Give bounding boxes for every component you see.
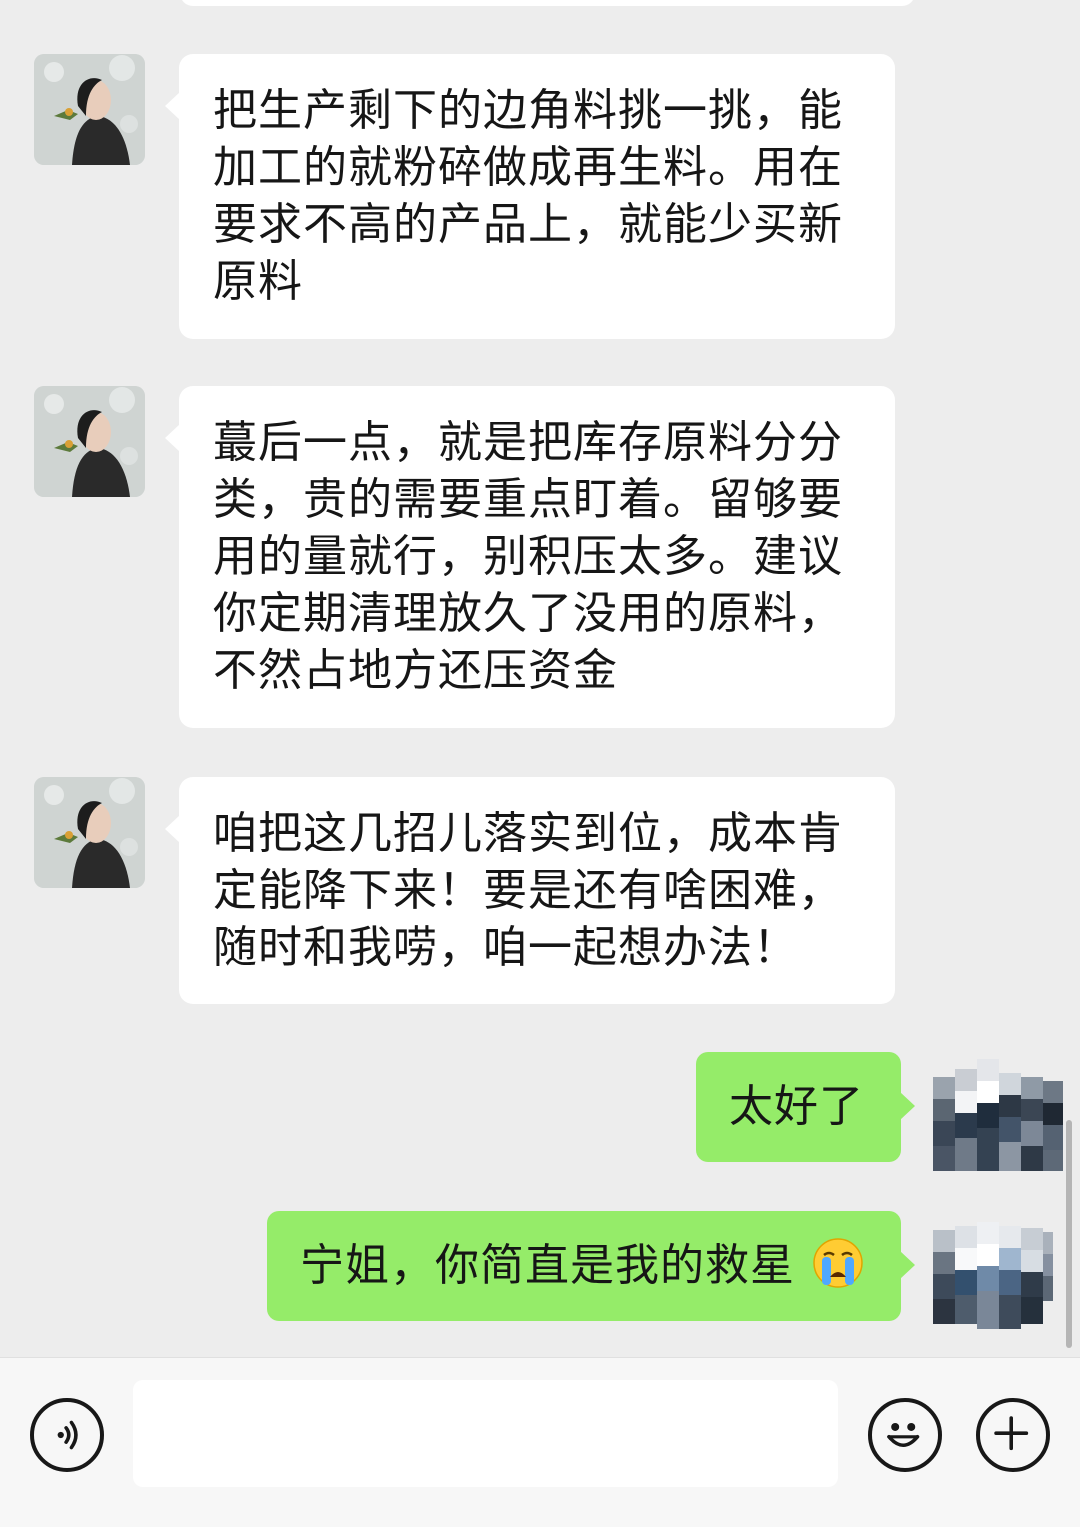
message-text: 太好了: [729, 1081, 864, 1132]
contact-avatar[interactable]: [34, 54, 145, 165]
smiley-icon: [887, 1422, 920, 1448]
message-bubble[interactable]: 蕞后一点，就是把库存原料分分类，贵的需要重点盯着。留够要用的量就行，别积压太多。…: [165, 386, 895, 728]
avatar-image: [34, 777, 145, 888]
emoji-button[interactable]: [868, 1398, 942, 1472]
message-text: 咱把这几招儿落实到位，成本肯定能降下来！要是还有啥困难，随时和我唠，咱一起想办法…: [213, 808, 843, 973]
scrollbar[interactable]: [1066, 1120, 1072, 1348]
more-button[interactable]: [976, 1398, 1050, 1472]
loudly-crying-face-icon: [813, 1238, 863, 1288]
contact-avatar[interactable]: [34, 777, 145, 888]
message-bubble-sent[interactable]: 太好了: [696, 1052, 915, 1162]
contact-avatar[interactable]: [34, 386, 145, 497]
message-input[interactable]: [133, 1380, 838, 1487]
chat-input-bar: [0, 1357, 1080, 1527]
voice-button[interactable]: [30, 1398, 104, 1472]
avatar-image: [34, 54, 145, 165]
user-avatar[interactable]: [933, 1059, 1063, 1171]
message-text: 把生产剩下的边角料挑一挑，能加工的就粉碎做成再生料。用在要求不高的产品上，就能少…: [213, 85, 843, 307]
message-text: 蕞后一点，就是把库存原料分分类，贵的需要重点盯着。留够要用的量就行，别积压太多。…: [213, 417, 843, 696]
voice-icon: [57, 1420, 78, 1450]
avatar-image-pixelated: [933, 1059, 1063, 1171]
message-bubble-sent[interactable]: 宁姐，你简直是我的救星: [267, 1211, 915, 1321]
avatar-image-pixelated: [933, 1222, 1063, 1334]
plus-icon: [994, 1416, 1029, 1451]
avatar-image: [34, 386, 145, 497]
message-bubble[interactable]: 咱把这几招儿落实到位，成本肯定能降下来！要是还有啥困难，随时和我唠，咱一起想办法…: [165, 777, 895, 1004]
message-bubble[interactable]: 把生产剩下的边角料挑一挑，能加工的就粉碎做成再生料。用在要求不高的产品上，就能少…: [165, 54, 895, 339]
chat-area[interactable]: 把生产剩下的边角料挑一挑，能加工的就粉碎做成再生料。用在要求不高的产品上，就能少…: [0, 0, 1080, 1357]
user-avatar[interactable]: [933, 1222, 1063, 1334]
message-text: 宁姐，你简直是我的救星: [300, 1240, 795, 1291]
previous-message-bubble: [180, 0, 915, 6]
